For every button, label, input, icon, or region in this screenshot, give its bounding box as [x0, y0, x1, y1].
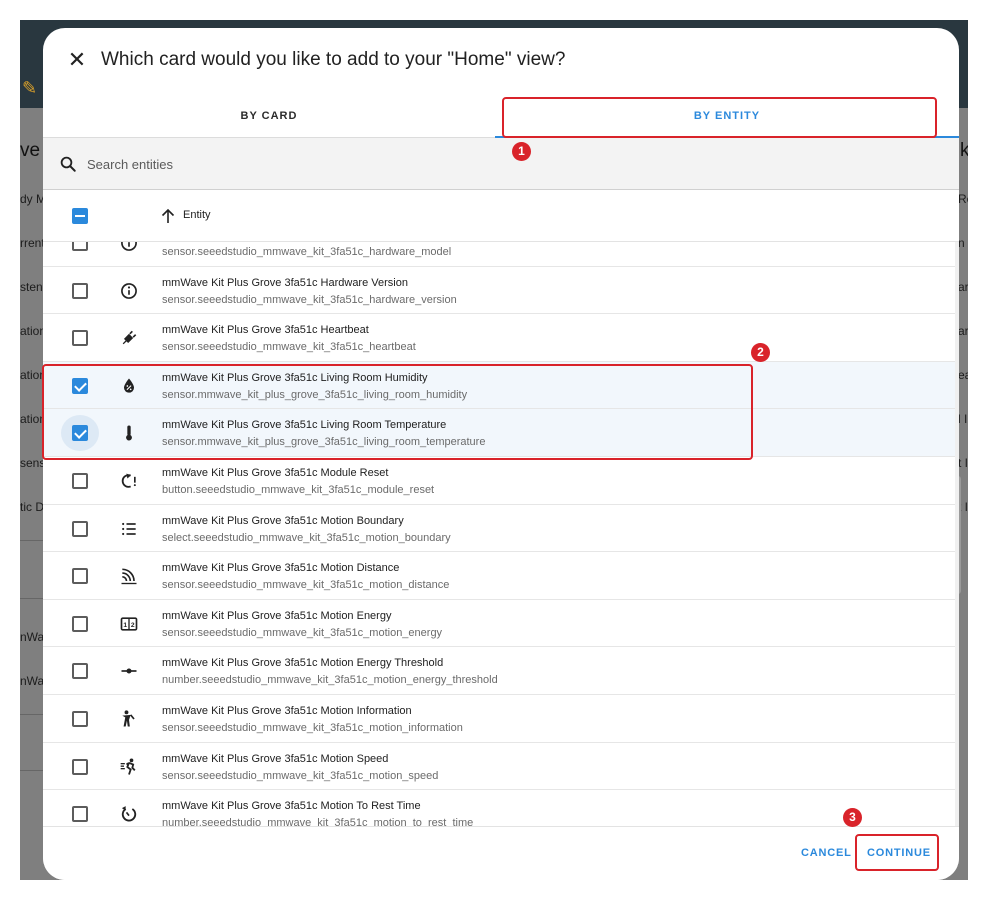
restart-alert-icon: [121, 473, 136, 488]
entity-name: mmWave Kit Plus Grove 3fa51c Hardware Ve…: [162, 276, 408, 289]
timer-icon: [121, 806, 137, 822]
table-row[interactable]: mmWave Kit Plus Grove 3fa51c Heartbeat se…: [43, 314, 955, 362]
entity-id: sensor.seeedstudio_mmwave_kit_3fa51c_mot…: [162, 721, 463, 734]
search-icon: [60, 156, 76, 172]
counter-icon: 12: [120, 617, 138, 631]
entity-name: mmWave Kit Plus Grove 3fa51c Heartbeat: [162, 324, 369, 337]
table-row[interactable]: mmWave Kit Plus Grove 3fa51c Motion Spee…: [43, 743, 955, 791]
callout-box-tab: [502, 97, 937, 138]
background-heading-left: ve: [20, 140, 41, 161]
row-checkbox[interactable]: [72, 663, 88, 680]
row-checkbox[interactable]: [72, 806, 88, 823]
entity-name: mmWave Kit Plus Grove 3fa51c Module Rese…: [162, 466, 389, 479]
background-text: rrent: [20, 236, 45, 250]
entity-id: sensor.seeedstudio_mmwave_kit_3fa51c_mot…: [162, 769, 439, 782]
search-bar: [43, 138, 959, 190]
tab-by-card[interactable]: BY CARD: [43, 96, 495, 138]
select-all-checkbox[interactable]: [72, 208, 88, 224]
info-icon: [121, 242, 137, 251]
dialog-footer: CANCEL CONTINUE: [43, 826, 959, 880]
background-divider: [20, 540, 44, 541]
callout-box-selected-rows: [42, 364, 753, 460]
list-scrollbar[interactable]: [955, 242, 959, 826]
entity-id: sensor.seeedstudio_mmwave_kit_3fa51c_mot…: [162, 579, 450, 592]
callout-badge: 2: [751, 343, 770, 362]
row-checkbox[interactable]: [72, 242, 88, 251]
row-checkbox[interactable]: [72, 758, 88, 775]
table-row[interactable]: mmWave Kit Plus Grove 3fa51c Motion Boun…: [43, 505, 955, 553]
screenshot: ✎ ve k dy M rrent sten ation ation ation…: [0, 0, 988, 899]
entity-id: number.seeedstudio_mmwave_kit_3fa51c_mot…: [162, 817, 474, 826]
table-row[interactable]: mmWave Kit Plus Grove 3fa51c Hardware Ve…: [43, 267, 955, 315]
table-row[interactable]: mmWave Kit Plus Grove 3fa51c Motion Info…: [43, 695, 955, 743]
table-row[interactable]: mmWave Kit Plus Grove 3fa51c Motion Dist…: [43, 552, 955, 600]
background-text: ar: [958, 280, 968, 294]
row-checkbox[interactable]: [72, 568, 88, 585]
entity-id: sensor.seeedstudio_mmwave_kit_3fa51c_har…: [162, 293, 457, 306]
table-row[interactable]: sensor.seeedstudio_mmwave_kit_3fa51c_har…: [43, 242, 955, 267]
background-text: t I: [958, 456, 968, 470]
background-text: Re: [958, 192, 968, 206]
entity-list[interactable]: sensor.seeedstudio_mmwave_kit_3fa51c_har…: [43, 242, 959, 826]
background-text: nWa: [20, 630, 45, 644]
table-row[interactable]: mmWave Kit Plus Grove 3fa51c Module Rese…: [43, 457, 955, 505]
background-divider: [20, 770, 44, 771]
callout-badge: 3: [843, 808, 862, 827]
pencil-icon: ✎: [22, 78, 38, 98]
dialog-header: ✕ Which card would you like to add to yo…: [43, 28, 959, 96]
background-text: ea: [958, 368, 968, 382]
format-list-icon: [122, 522, 136, 535]
arrow-up-icon[interactable]: [161, 208, 175, 224]
entity-name: mmWave Kit Plus Grove 3fa51c Motion Ener…: [162, 657, 444, 670]
background-text: l In: [958, 412, 968, 426]
signal-distance-icon: [121, 568, 137, 585]
entity-name: mmWave Kit Plus Grove 3fa51c Motion To R…: [162, 800, 421, 813]
table-header: Entity: [43, 190, 959, 242]
table-row[interactable]: 1 2 mmWave Kit Plus Grove 3fa51c Motion En…: [43, 600, 955, 648]
row-checkbox[interactable]: [72, 710, 88, 727]
info-icon: [121, 282, 137, 299]
background-divider: [20, 714, 44, 715]
entity-name: mmWave Kit Plus Grove 3fa51c Motion Boun…: [162, 514, 404, 527]
svg-text:2: 2: [131, 622, 135, 629]
table-row[interactable]: mmWave Kit Plus Grove 3fa51c Motion To R…: [43, 790, 955, 826]
background-text: tic D: [20, 500, 44, 514]
search-input[interactable]: [87, 153, 687, 175]
entity-id: select.seeedstudio_mmwave_kit_3fa51c_mot…: [162, 531, 451, 544]
entity-name: mmWave Kit Plus Grove 3fa51c Motion Dist…: [162, 562, 400, 575]
entity-name: mmWave Kit Plus Grove 3fa51c Motion Ener…: [162, 609, 392, 622]
background-heading-right: k: [960, 140, 968, 161]
entity-name: mmWave Kit Plus Grove 3fa51c Motion Info…: [162, 704, 412, 717]
entity-id: sensor.seeedstudio_mmwave_kit_3fa51c_hea…: [162, 341, 416, 354]
entity-id: number.seeedstudio_mmwave_kit_3fa51c_mot…: [162, 674, 498, 687]
dialog-title: Which card would you like to add to your…: [101, 49, 566, 70]
column-header-entity[interactable]: Entity: [183, 209, 211, 221]
run-fast-icon: [120, 758, 136, 775]
entity-id: sensor.seeedstudio_mmwave_kit_3fa51c_mot…: [162, 626, 443, 639]
human-icon: [122, 710, 135, 727]
slider-icon: [121, 668, 137, 674]
background-text: sten: [20, 280, 43, 294]
entity-name: mmWave Kit Plus Grove 3fa51c Motion Spee…: [162, 752, 389, 765]
background-text: n I: [958, 236, 968, 250]
background-text: ar: [958, 324, 968, 338]
row-checkbox[interactable]: [72, 520, 88, 537]
plug-icon: [122, 330, 137, 345]
entity-id: button.seeedstudio_mmwave_kit_3fa51c_mod…: [162, 483, 435, 496]
row-checkbox[interactable]: [72, 472, 88, 489]
table-row[interactable]: mmWave Kit Plus Grove 3fa51c Motion Ener…: [43, 647, 955, 695]
cancel-button[interactable]: CANCEL: [801, 847, 852, 859]
background-text: nWa: [20, 674, 45, 688]
background-divider: [20, 598, 44, 599]
entity-id: sensor.seeedstudio_mmwave_kit_3fa51c_har…: [162, 246, 452, 258]
callout-badge: 1: [512, 142, 531, 161]
svg-text:1: 1: [123, 622, 127, 629]
close-icon[interactable]: ✕: [65, 48, 89, 72]
row-checkbox[interactable]: [72, 282, 88, 299]
background-text: sens: [20, 456, 46, 470]
row-checkbox[interactable]: [72, 615, 88, 632]
callout-box-continue: [855, 834, 939, 871]
row-checkbox[interactable]: [72, 330, 88, 347]
